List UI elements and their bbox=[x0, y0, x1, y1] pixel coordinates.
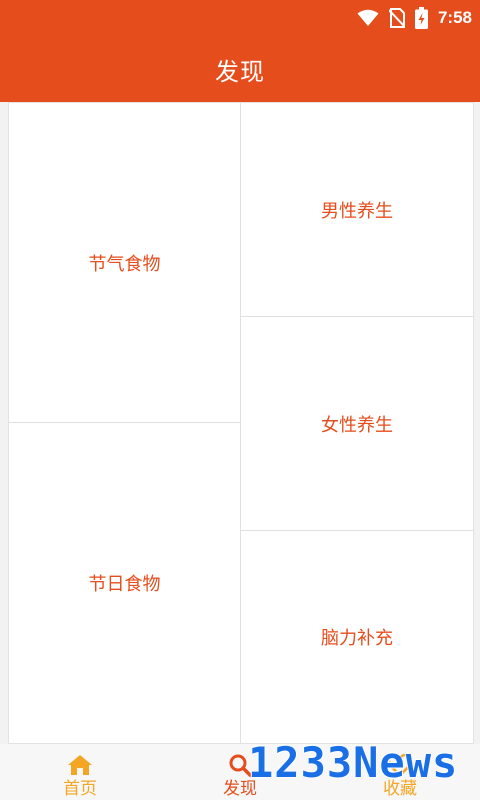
bottom-nav: 首页 发现 收藏 bbox=[0, 744, 480, 800]
category-brain-supplement[interactable]: 脑力补充 bbox=[241, 531, 473, 743]
category-label: 脑力补充 bbox=[321, 628, 393, 649]
status-bar: 7:58 bbox=[0, 0, 480, 36]
nav-label: 发现 bbox=[223, 779, 257, 799]
nav-home[interactable]: 首页 bbox=[0, 744, 160, 800]
category-label: 节气食物 bbox=[88, 253, 161, 275]
category-women-health[interactable]: 女性养生 bbox=[241, 317, 473, 531]
heart-icon bbox=[388, 752, 412, 778]
category-festival-food[interactable]: 节日食物 bbox=[9, 423, 241, 743]
category-label: 女性养生 bbox=[321, 414, 393, 436]
search-icon bbox=[228, 752, 252, 778]
page-title: 发现 bbox=[215, 57, 265, 86]
category-label: 节日食物 bbox=[88, 574, 161, 595]
category-men-health[interactable]: 男性养生 bbox=[241, 103, 473, 317]
home-icon bbox=[67, 752, 93, 778]
no-sim-icon bbox=[388, 8, 405, 28]
category-solar-term-food[interactable]: 节气食物 bbox=[9, 103, 241, 423]
nav-discover[interactable]: 发现 bbox=[160, 744, 320, 800]
nav-favorites[interactable]: 收藏 bbox=[320, 744, 480, 800]
app-bar: 发现 bbox=[0, 36, 480, 102]
category-label: 男性养生 bbox=[321, 200, 393, 222]
battery-charging-icon bbox=[414, 7, 428, 29]
nav-label: 收藏 bbox=[383, 779, 417, 799]
category-grid: 节气食物 节日食物 男性养生 女性养生 脑力补充 bbox=[8, 102, 474, 744]
nav-label: 首页 bbox=[63, 779, 97, 799]
clock: 7:58 bbox=[437, 8, 472, 27]
wifi-icon bbox=[357, 9, 379, 27]
